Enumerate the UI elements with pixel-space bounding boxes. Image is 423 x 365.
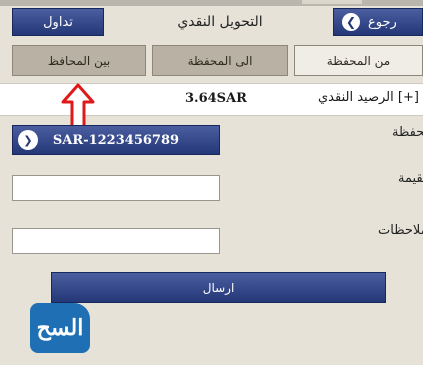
wallet-select-value: SAR-1223456789 — [52, 132, 180, 148]
watermark-logo: السح — [30, 303, 90, 353]
tab-from-wallet[interactable]: من المحفظة — [294, 45, 423, 76]
tab-between-wallets-label: بين المحافظ — [47, 53, 111, 68]
tab-to-wallet[interactable]: الى المحفظة — [152, 45, 288, 76]
notes-input[interactable] — [12, 228, 220, 254]
send-button-label: ارسال — [202, 280, 235, 295]
back-button-label: رجوع — [368, 14, 397, 30]
wallet-label: المحفظة — [392, 125, 423, 140]
balance-value: 3.64SAR — [185, 91, 247, 106]
up-arrow-icon — [61, 83, 95, 129]
notes-label: الملاحظات — [378, 223, 423, 238]
balance-label[interactable]: الرصيد النقدي [+] — [318, 90, 419, 105]
send-button[interactable]: ارسال — [51, 272, 386, 303]
trade-button-label: تداول — [43, 14, 73, 30]
page-title: التحويل النقدي — [177, 14, 263, 30]
value-label: القيمة — [398, 171, 423, 186]
back-button[interactable]: ❮ رجوع — [333, 8, 423, 36]
chevron-left-icon: ❮ — [342, 13, 360, 31]
tab-between-wallets[interactable]: بين المحافظ — [12, 45, 146, 76]
tab-from-wallet-label: من المحفظة — [326, 53, 391, 68]
wallet-select[interactable]: SAR-1223456789 — [12, 125, 220, 155]
value-input[interactable] — [12, 175, 220, 201]
top-strip-notch — [302, 0, 362, 4]
tab-to-wallet-label: الى المحفظة — [187, 53, 253, 68]
chevron-down-icon[interactable]: ❯ — [18, 130, 38, 150]
trade-button[interactable]: تداول — [12, 8, 104, 36]
